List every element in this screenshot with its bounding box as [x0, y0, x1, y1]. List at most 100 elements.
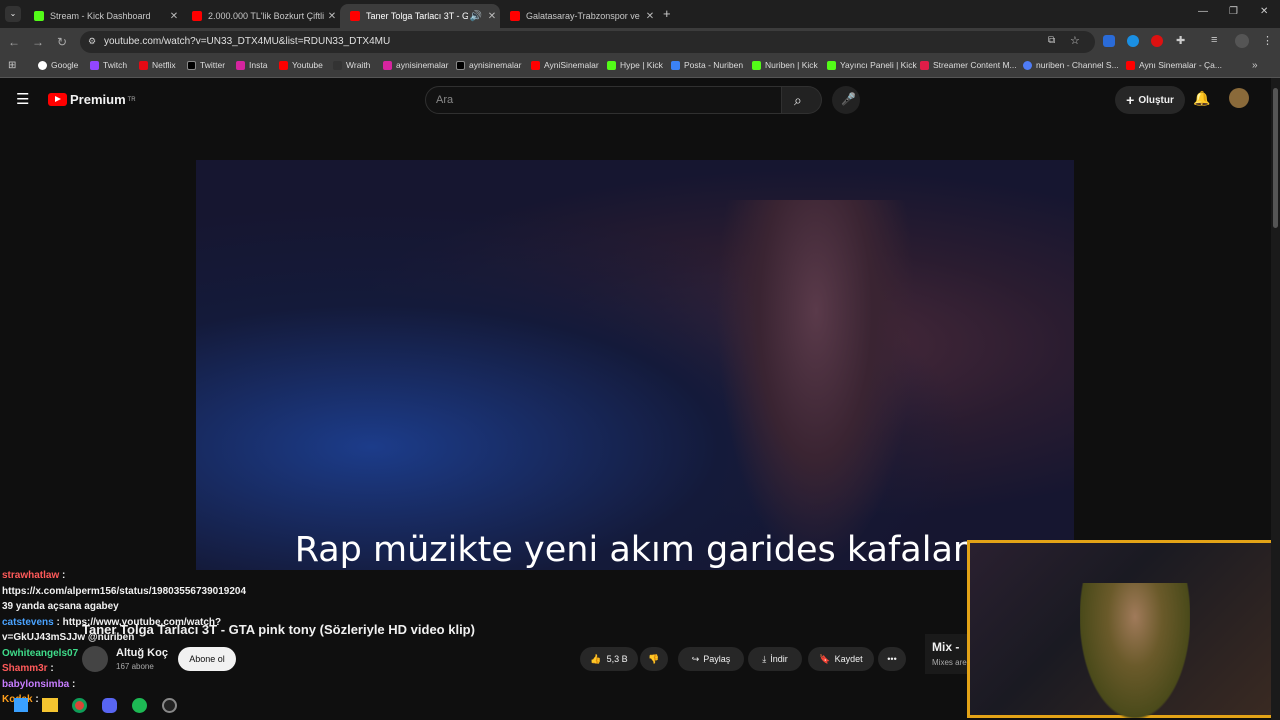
tab-taner-tolga[interactable]: Taner Tolga Tarlacı 3T - GTA 🔊 ✕: [340, 4, 500, 28]
profile-avatar[interactable]: [1235, 34, 1249, 48]
streamer-webcam: [967, 540, 1278, 718]
video-player[interactable]: [196, 160, 1074, 570]
forward-icon[interactable]: →: [30, 34, 46, 50]
youtube-play-icon: [48, 93, 67, 106]
address-bar[interactable]: ⚙ youtube.com/watch?v=UN33_DTX4MU&list=R…: [80, 31, 1095, 53]
close-icon[interactable]: ✕: [166, 11, 182, 22]
like-button[interactable]: 👍 5,3 B: [580, 647, 638, 671]
chat-message: catstevens : https://www.youtube.com/wat…: [2, 616, 222, 628]
windows-start-icon[interactable]: [14, 698, 28, 712]
more-actions-button[interactable]: •••: [878, 647, 906, 671]
bookmark-icon: 🔖: [819, 653, 831, 664]
extension-icon[interactable]: [1103, 35, 1115, 47]
create-button[interactable]: + Oluştur: [1115, 86, 1185, 114]
bookmark-nuriben-channel[interactable]: nuriben - Channel S...: [1023, 60, 1119, 70]
extension-icon[interactable]: [1127, 35, 1139, 47]
thumbs-down-icon: 👎: [648, 653, 660, 664]
plus-icon: +: [1126, 92, 1135, 108]
hamburger-menu-icon[interactable]: ☰: [16, 90, 29, 108]
maximize-button[interactable]: ❐: [1229, 6, 1238, 17]
share-icon: ↪: [691, 653, 700, 664]
browser-menu-icon[interactable]: ⋮: [1262, 34, 1273, 47]
chat-message: strawhatlaw :: [2, 570, 66, 581]
bookmark-twitch[interactable]: Twitch: [90, 60, 127, 70]
browser-toolbar: ← → ↻ ⚙ youtube.com/watch?v=UN33_DTX4MU&…: [0, 28, 1280, 56]
search-button[interactable]: ⌕: [782, 86, 822, 114]
notifications-bell-icon[interactable]: 🔔: [1193, 90, 1210, 107]
chat-message: https://x.com/alperm156/status/198035567…: [2, 585, 247, 597]
bookmark-streamer-content[interactable]: Streamer Content M...: [920, 60, 1017, 70]
file-explorer-icon[interactable]: [42, 698, 58, 712]
bookmark-hype-kick[interactable]: Hype | Kick: [607, 60, 663, 70]
bookmark-youtube[interactable]: Youtube: [279, 60, 323, 70]
spotify-icon[interactable]: [132, 698, 147, 713]
video-person: [716, 200, 916, 570]
apps-grid-icon[interactable]: ⊞: [8, 60, 16, 71]
bookmark-aynisinemalar-yt[interactable]: AyniSinemalar: [531, 60, 599, 70]
reload-icon[interactable]: ↻: [54, 34, 70, 50]
speaker-icon[interactable]: 🔊: [468, 11, 484, 22]
tab-galatasaray[interactable]: Galatasaray-Trabzonspor ve Beş ✕: [500, 4, 658, 28]
url-text: youtube.com/watch?v=UN33_DTX4MU&list=RDU…: [104, 36, 391, 47]
share-button[interactable]: ↪ Paylaş: [678, 647, 744, 671]
youtube-icon: [192, 11, 202, 21]
page-scrollbar[interactable]: [1271, 78, 1280, 720]
site-info-icon[interactable]: ⚙: [88, 36, 96, 47]
bookmark-twitter[interactable]: Twitter: [187, 60, 225, 70]
chat-message: Owhiteangels07: [2, 647, 79, 659]
save-button[interactable]: 🔖 Kaydet: [808, 647, 874, 671]
voice-search-button[interactable]: 🎤: [832, 86, 860, 114]
close-icon[interactable]: ✕: [484, 11, 500, 22]
obs-icon[interactable]: [162, 698, 177, 713]
mix-panel[interactable]: Mix - Mixes are: [925, 634, 970, 674]
bookmark-insta[interactable]: Insta: [236, 60, 267, 70]
media-control-icon[interactable]: ≡: [1211, 34, 1217, 46]
bookmark-aynisinemalar-x[interactable]: aynisinemalar: [456, 60, 521, 70]
download-icon: ⤓: [762, 653, 767, 664]
close-icon[interactable]: ✕: [324, 11, 340, 22]
cast-icon[interactable]: ⧉: [1048, 35, 1055, 46]
chat-message: v=GkUJ43mSJJw @nuriben: [2, 632, 135, 643]
search-input[interactable]: Ara: [425, 86, 782, 114]
windows-taskbar: [0, 690, 200, 720]
microphone-icon: 🎤: [841, 92, 856, 106]
thumbs-up-icon: 👍: [590, 653, 602, 664]
window-close-button[interactable]: ✕: [1260, 6, 1268, 17]
youtube-logo[interactable]: Premium TR: [48, 92, 136, 107]
close-icon[interactable]: ✕: [642, 11, 658, 22]
bookmark-netflix[interactable]: Netflix: [139, 60, 176, 70]
bookmark-wraith[interactable]: Wraith: [333, 60, 370, 70]
download-button[interactable]: ⤓ İndir: [748, 647, 802, 671]
account-avatar[interactable]: [1229, 88, 1249, 108]
back-icon[interactable]: ←: [6, 34, 22, 50]
extension-icon[interactable]: [1151, 35, 1163, 47]
bookmark-posta[interactable]: Posta - Nuriben: [671, 60, 743, 70]
extensions-puzzle-icon[interactable]: ✚: [1176, 34, 1185, 47]
bookmark-ayni-sinemalar-ca[interactable]: Aynı Sinemalar - Ça...: [1126, 60, 1222, 70]
video-caption: Rap müzikte yeni akım garides kafalar: [294, 530, 968, 570]
webcam-person: [1080, 583, 1190, 718]
bookmark-aynisinemalar-insta[interactable]: aynisinemalar: [383, 60, 448, 70]
bookmark-star-icon[interactable]: ☆: [1070, 34, 1080, 47]
chrome-icon[interactable]: [72, 698, 87, 713]
youtube-icon: [510, 11, 520, 21]
more-bookmarks-icon[interactable]: »: [1252, 60, 1258, 71]
stream-chat-overlay: strawhatlaw : https://x.com/alperm156/st…: [2, 568, 282, 708]
bookmark-yayinci-paneli[interactable]: Yayıncı Paneli | Kick: [827, 60, 917, 70]
browser-tab-bar: ⌄ Stream - Kick Dashboard ✕ 2.000.000 TL…: [0, 0, 1280, 28]
dislike-button[interactable]: 👎: [640, 647, 668, 671]
tab-list-button[interactable]: ⌄: [5, 6, 21, 22]
scrollbar-thumb[interactable]: [1273, 88, 1278, 228]
tab-kick-dashboard[interactable]: Stream - Kick Dashboard ✕: [24, 4, 182, 28]
bookmark-nuriben-kick[interactable]: Nuriben | Kick: [752, 60, 818, 70]
tab-bozkurt[interactable]: 2.000.000 TL'lik Bozkurt Çiftliği ✕: [182, 4, 340, 28]
new-tab-button[interactable]: +: [663, 6, 671, 21]
chat-message: 39 yanda açsana agabey: [2, 601, 119, 612]
youtube-icon: [350, 11, 360, 21]
more-horiz-icon: •••: [887, 654, 897, 664]
discord-icon[interactable]: [102, 698, 117, 713]
bookmark-google[interactable]: Google: [38, 60, 78, 70]
chat-message: Shamm3r :: [2, 663, 54, 674]
search-icon: ⌕: [794, 92, 802, 108]
minimize-button[interactable]: —: [1198, 6, 1208, 17]
